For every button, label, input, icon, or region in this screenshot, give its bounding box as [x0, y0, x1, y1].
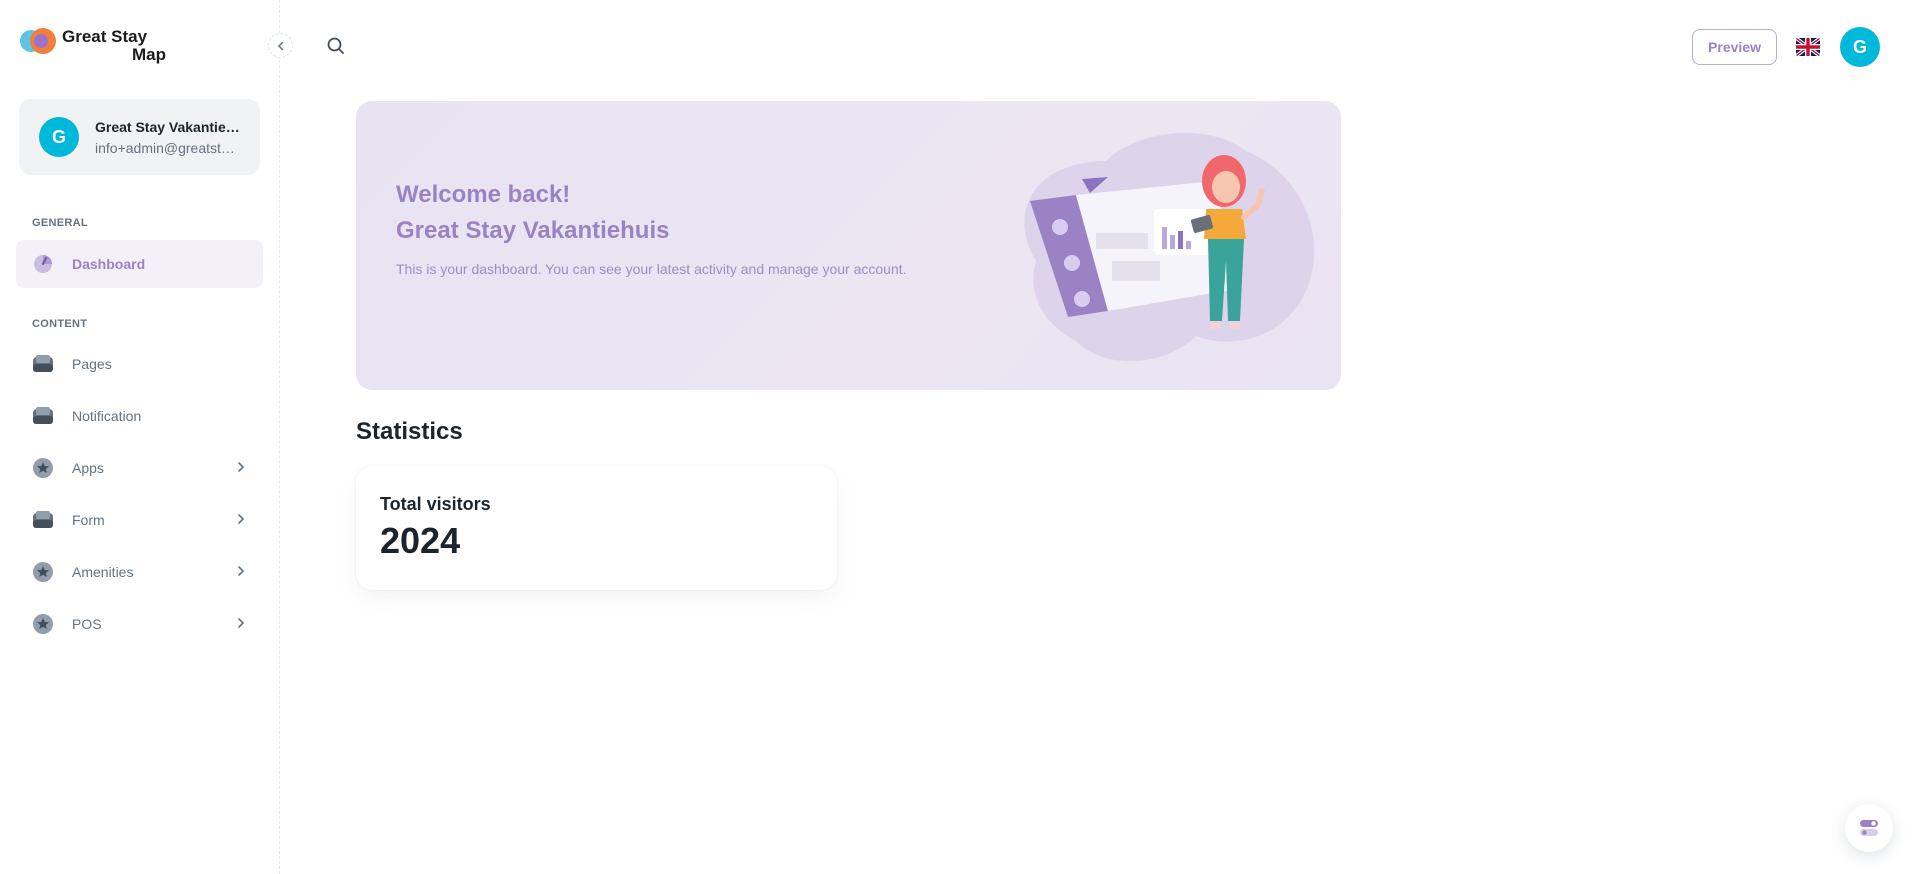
- inbox-icon: [32, 509, 54, 531]
- sidebar-item-pages[interactable]: Pages: [16, 340, 263, 388]
- chevron-right-icon: [235, 564, 247, 580]
- account-card[interactable]: G Great Stay Vakantiehuis info+admin@gre…: [19, 99, 260, 175]
- logo-text-line2: Map: [132, 45, 166, 64]
- preview-button[interactable]: Preview: [1692, 29, 1777, 65]
- star-icon: [32, 613, 54, 635]
- stat-value: 2024: [380, 520, 461, 561]
- sidebar-item-amenities[interactable]: Amenities: [16, 548, 263, 596]
- sidebar-item-pos[interactable]: POS: [16, 600, 263, 648]
- search-icon: [327, 37, 344, 54]
- star-icon: [32, 457, 54, 479]
- app-logo[interactable]: Great Stay Map: [20, 28, 166, 64]
- toggle-settings-icon: [1860, 820, 1878, 836]
- user-avatar-button[interactable]: G: [1840, 27, 1880, 67]
- dashboard-illustration: [1024, 132, 1315, 362]
- star-icon: [32, 561, 54, 583]
- inbox-icon: [32, 405, 54, 427]
- sidebar-item-apps[interactable]: Apps: [16, 444, 263, 492]
- logo-text-line1: Great Stay: [62, 27, 148, 46]
- sidebar-item-dashboard[interactable]: Dashboard: [16, 240, 263, 288]
- sidebar-item-label: Dashboard: [72, 256, 146, 272]
- uk-flag-icon: [1796, 38, 1820, 56]
- sidebar-item-form[interactable]: Form: [16, 496, 263, 544]
- welcome-line2: Great Stay Vakantiehuis: [396, 217, 670, 244]
- stat-label: Total visitors: [380, 494, 491, 514]
- settings-button[interactable]: [1845, 804, 1893, 852]
- inbox-icon: [32, 353, 54, 375]
- welcome-banner: Welcome back! Great Stay Vakantiehuis Th…: [356, 101, 1341, 390]
- chevron-left-icon: [277, 41, 283, 50]
- welcome-line1: Welcome back!: [396, 181, 571, 208]
- sidebar-item-label: Notification: [72, 408, 142, 424]
- sidebar-item-label: Pages: [72, 356, 112, 372]
- account-name: Great Stay Vakantiehuis: [95, 118, 241, 135]
- dashboard-icon: [32, 253, 54, 275]
- stat-card-total-visitors: Total visitors 2024: [356, 466, 837, 590]
- sidebar-item-label: Form: [72, 512, 105, 528]
- chevron-right-icon: [235, 460, 247, 476]
- section-label-general: GENERAL: [32, 217, 88, 229]
- account-avatar: G: [39, 117, 79, 157]
- welcome-description: This is your dashboard. You can see your…: [396, 261, 907, 277]
- logo-text: Great Stay Map: [62, 28, 166, 64]
- sidebar-item-notification[interactable]: Notification: [16, 392, 263, 440]
- sidebar-item-label: POS: [72, 616, 102, 632]
- statistics-title: Statistics: [356, 418, 463, 445]
- logo-mark-icon: [20, 28, 56, 56]
- chevron-right-icon: [235, 512, 247, 528]
- search-button[interactable]: [326, 36, 350, 60]
- user-avatar: G: [1840, 27, 1880, 67]
- account-email: info+admin@greatstaymap.com: [95, 139, 241, 156]
- section-label-content: CONTENT: [32, 318, 88, 330]
- language-selector[interactable]: [1796, 38, 1820, 56]
- sidebar-item-label: Apps: [72, 460, 104, 476]
- chevron-right-icon: [235, 616, 247, 632]
- welcome-title: Welcome back! Great Stay Vakantiehuis: [396, 177, 669, 249]
- sidebar-item-label: Amenities: [72, 564, 134, 580]
- sidebar: Great Stay Map G Great Stay Vakantiehuis…: [0, 0, 280, 874]
- collapse-sidebar-button[interactable]: [268, 33, 293, 58]
